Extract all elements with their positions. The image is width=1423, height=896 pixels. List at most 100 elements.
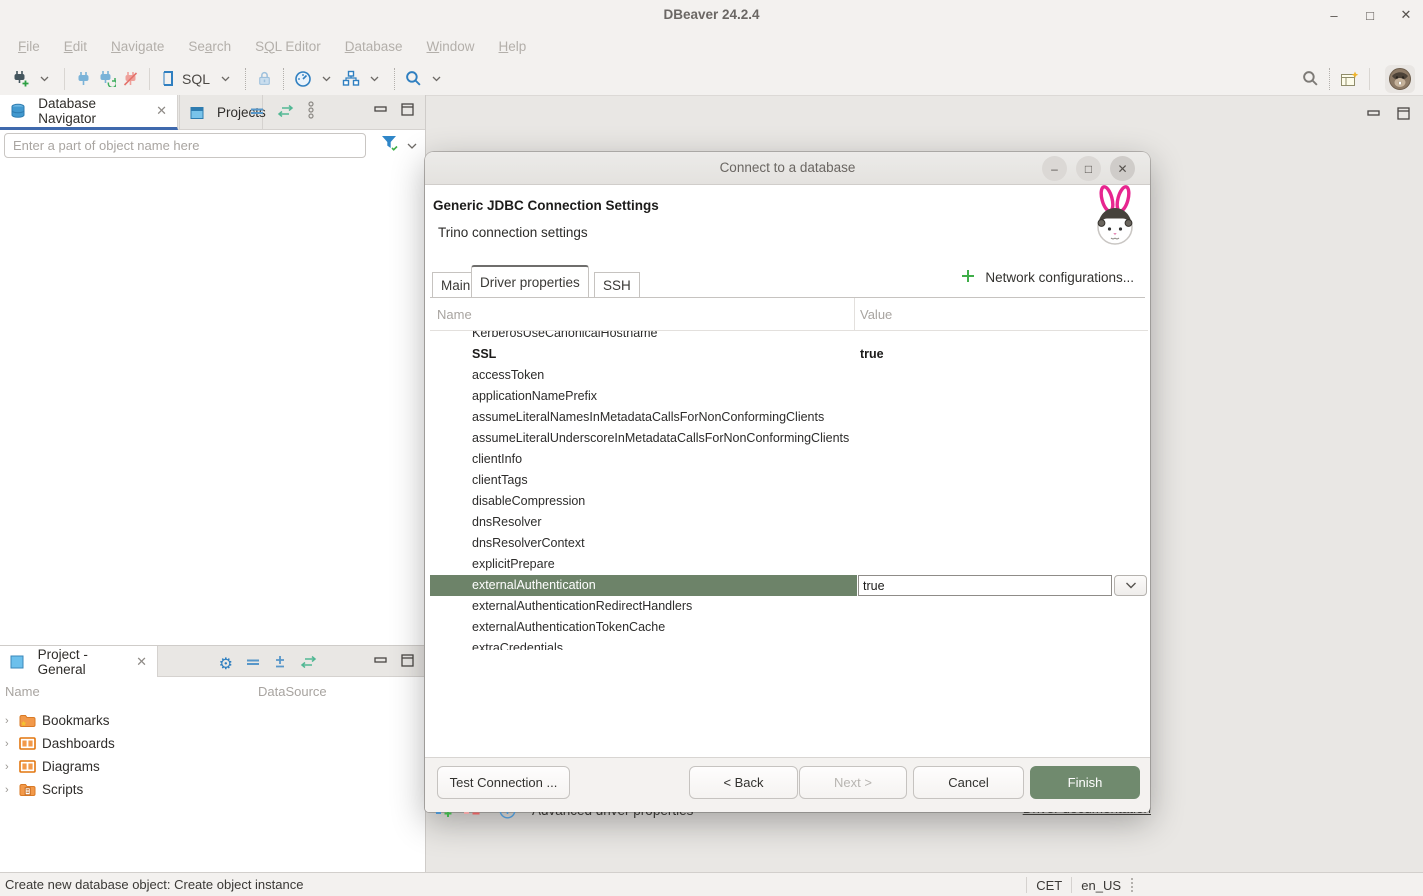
- filter-funnel-icon[interactable]: [381, 135, 399, 157]
- view-menu-icon[interactable]: [307, 101, 315, 124]
- menu-database[interactable]: Database: [335, 35, 413, 58]
- disconnect-icon[interactable]: [119, 66, 142, 92]
- settings-gear-icon[interactable]: ⚙: [219, 654, 233, 674]
- property-row-clientInfo[interactable]: clientInfo: [430, 449, 1148, 470]
- tree-item-bookmarks[interactable]: ›Bookmarks: [0, 709, 425, 732]
- sql-editor-icon[interactable]: [157, 66, 180, 92]
- collapse-all-icon[interactable]: [246, 655, 260, 673]
- network-configurations-button[interactable]: Network configurations...: [961, 269, 1134, 286]
- minimize-part-icon[interactable]: [1367, 107, 1381, 126]
- close-tab-icon[interactable]: ✕: [136, 654, 147, 670]
- tree-item-diagrams[interactable]: ›Diagrams: [0, 755, 425, 778]
- tree-item-scripts[interactable]: ›Scripts: [0, 778, 425, 801]
- plus-icon: [961, 269, 975, 286]
- value-dropdown-button[interactable]: [1114, 575, 1147, 596]
- dialog-maximize-icon[interactable]: □: [1076, 156, 1101, 181]
- perspective-icon[interactable]: [1337, 66, 1362, 92]
- transaction-lock-icon[interactable]: [253, 66, 276, 92]
- column-datasource[interactable]: DataSource: [258, 684, 327, 699]
- menu-edit[interactable]: Edit: [54, 35, 97, 58]
- status-timezone[interactable]: CET: [1036, 878, 1062, 893]
- property-row-externalAuthenticationRedirectHandlers[interactable]: externalAuthenticationRedirectHandlers: [430, 596, 1148, 617]
- property-value: true: [860, 347, 884, 361]
- property-row-SSL[interactable]: SSLtrue: [430, 344, 1148, 365]
- minimize-icon[interactable]: –: [1323, 4, 1345, 26]
- tree-item-dashboards[interactable]: ›Dashboards: [0, 732, 425, 755]
- property-row-disableCompression[interactable]: disableCompression: [430, 491, 1148, 512]
- dbeaver-profile-button[interactable]: [1385, 65, 1415, 93]
- next-button[interactable]: Next >: [799, 766, 907, 799]
- dashboard-icon[interactable]: [291, 66, 315, 92]
- tab-driver-properties[interactable]: Driver properties: [471, 265, 589, 297]
- expand-chevron-icon[interactable]: ›: [5, 761, 19, 773]
- menu-file[interactable]: File: [8, 35, 50, 58]
- collapse-all-icon[interactable]: [250, 104, 264, 122]
- tab-project-general[interactable]: Project - General ✕: [0, 646, 158, 677]
- dashboard-dropdown[interactable]: [315, 66, 337, 92]
- folder-bookmark-icon: [19, 713, 37, 728]
- expand-all-icon[interactable]: [273, 655, 287, 673]
- connect-icon[interactable]: [72, 66, 95, 92]
- new-connection-icon[interactable]: [8, 66, 33, 92]
- property-row-explicitPrepare[interactable]: explicitPrepare: [430, 554, 1148, 575]
- maximize-icon[interactable]: □: [1359, 4, 1381, 26]
- property-row-dnsResolver[interactable]: dnsResolver: [430, 512, 1148, 533]
- cancel-button[interactable]: Cancel: [913, 766, 1024, 799]
- menu-help[interactable]: Help: [489, 35, 537, 58]
- expand-chevron-icon[interactable]: ›: [5, 738, 19, 750]
- driver-manager-icon[interactable]: [339, 66, 363, 92]
- header-name[interactable]: Name: [437, 307, 472, 322]
- property-value-input[interactable]: [858, 575, 1112, 596]
- back-button[interactable]: < Back: [689, 766, 798, 799]
- menu-sql-editor[interactable]: SQL Editor: [245, 35, 331, 58]
- property-row-externalAuthenticationTokenCache[interactable]: externalAuthenticationTokenCache: [430, 617, 1148, 638]
- property-row-KerberosUseCanonicalHostname[interactable]: KerberosUseCanonicalHostname: [430, 331, 1148, 344]
- column-name[interactable]: Name: [5, 684, 40, 699]
- link-with-editor-icon[interactable]: [300, 655, 317, 673]
- navigator-tree-empty[interactable]: [0, 159, 425, 645]
- maximize-view-icon[interactable]: [401, 654, 415, 673]
- tab-database-navigator[interactable]: Database Navigator ✕: [0, 95, 178, 130]
- property-row-assumeLiteralNamesInMetadataCallsForNonConformingClients[interactable]: assumeLiteralNamesInMetadataCallsForNonC…: [430, 407, 1148, 428]
- property-name: clientTags: [472, 473, 528, 487]
- property-name: dnsResolver: [472, 515, 541, 529]
- menu-search[interactable]: Search: [178, 35, 241, 58]
- object-filter-input[interactable]: [4, 133, 366, 158]
- search-dropdown[interactable]: [425, 66, 447, 92]
- dialog-titlebar[interactable]: Connect to a database – □ ✕: [425, 152, 1150, 185]
- property-row-extraCredentials[interactable]: extraCredentials: [430, 638, 1148, 650]
- header-value[interactable]: Value: [860, 307, 892, 322]
- filter-row: [0, 130, 425, 159]
- dialog-close-icon[interactable]: ✕: [1110, 156, 1135, 181]
- maximize-part-icon[interactable]: [1397, 107, 1411, 126]
- menu-navigate[interactable]: Navigate: [101, 35, 174, 58]
- close-icon[interactable]: ✕: [1395, 4, 1417, 26]
- property-row-externalAuthentication[interactable]: externalAuthentication: [430, 575, 857, 596]
- test-connection-button[interactable]: Test Connection ...: [437, 766, 570, 799]
- status-locale[interactable]: en_US: [1081, 878, 1121, 893]
- search-metadata-icon[interactable]: [402, 66, 425, 92]
- sql-editor-dropdown[interactable]: [214, 66, 236, 92]
- expand-chevron-icon[interactable]: ›: [5, 715, 19, 727]
- property-row-clientTags[interactable]: clientTags: [430, 470, 1148, 491]
- tab-ssh[interactable]: SSH: [594, 272, 640, 297]
- finish-button[interactable]: Finish: [1030, 766, 1140, 799]
- dialog-minimize-icon[interactable]: –: [1042, 156, 1067, 181]
- expand-chevron-icon[interactable]: ›: [5, 784, 19, 796]
- close-tab-icon[interactable]: ✕: [156, 103, 167, 119]
- global-search-icon[interactable]: [1299, 66, 1322, 92]
- link-with-editor-icon[interactable]: [277, 104, 294, 122]
- property-row-dnsResolverContext[interactable]: dnsResolverContext: [430, 533, 1148, 554]
- reconnect-icon[interactable]: [95, 66, 119, 92]
- minimize-view-icon[interactable]: [374, 103, 388, 122]
- property-row-applicationNamePrefix[interactable]: applicationNamePrefix: [430, 386, 1148, 407]
- new-connection-dropdown[interactable]: [33, 66, 55, 92]
- property-row-accessToken[interactable]: accessToken: [430, 365, 1148, 386]
- filter-dropdown-icon[interactable]: [407, 137, 417, 155]
- maximize-view-icon[interactable]: [401, 103, 415, 122]
- minimize-view-icon[interactable]: [374, 654, 388, 673]
- sql-editor-label[interactable]: SQL: [182, 71, 210, 87]
- driver-manager-dropdown[interactable]: [363, 66, 385, 92]
- property-row-assumeLiteralUnderscoreInMetadataCallsForNonConformingClients[interactable]: assumeLiteralUnderscoreInMetadataCallsFo…: [430, 428, 1148, 449]
- menu-window[interactable]: Window: [417, 35, 485, 58]
